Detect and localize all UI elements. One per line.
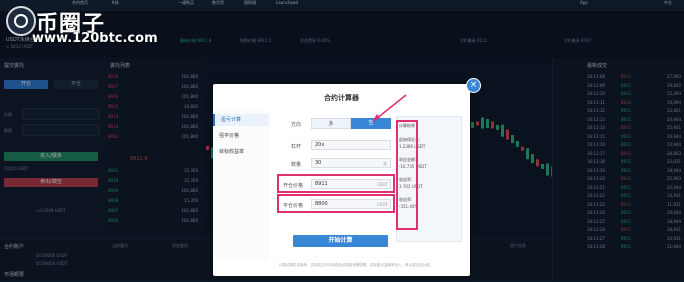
nav-kline[interactable]: K线 (112, 0, 119, 6)
nav-assets[interactable]: 数字资 (212, 0, 224, 6)
highlight-results (396, 120, 418, 230)
contract-calculator-modal: 合约计算器 × 盈亏计算 强平价格 目标收益率 方向 多 空 杠杆 20x 数量… (213, 78, 481, 276)
nav-liquidation-price[interactable]: 强平价格 (213, 130, 269, 142)
direction-label: 方向 (291, 122, 302, 128)
qty-unit: 张 (383, 161, 387, 166)
qty-input-modal[interactable]: 30 (311, 158, 391, 168)
nav-language[interactable]: 中文 (664, 0, 672, 6)
watermark-url: www.120btc.com (32, 31, 158, 46)
leverage-label: 杠杆 (291, 144, 302, 150)
nav-finance[interactable]: 理财通 (244, 0, 256, 6)
leverage-select[interactable]: 20x (311, 140, 391, 150)
nav-target-return[interactable]: 目标收益率 (213, 146, 269, 158)
nav-pnl-calc[interactable]: 盈亏计算 (213, 114, 269, 126)
close-icon[interactable]: × (466, 78, 481, 93)
nav-launchpad[interactable]: Launchpad (276, 0, 298, 5)
modal-title: 合约计算器 (324, 94, 359, 102)
direction-long-button[interactable]: 多 (311, 118, 351, 129)
annotation-arrow (372, 94, 407, 122)
highlight-open-price (277, 174, 395, 193)
start-calculate-button[interactable]: 开始计算 (293, 235, 388, 247)
nav-app[interactable]: App (580, 0, 588, 5)
highlight-close-price (277, 194, 395, 213)
calculator-side-nav: 盈亏计算 强平价格 目标收益率 (213, 110, 269, 260)
qty-label-modal: 数量 (291, 162, 302, 168)
calculator-footnote: 计算结果仅供参考。实际成交中手续费及资金费用等因素，实际盈亏会略有出入，请以成交… (279, 263, 433, 267)
nav-quickbuy[interactable]: 一键购买 (178, 0, 194, 6)
